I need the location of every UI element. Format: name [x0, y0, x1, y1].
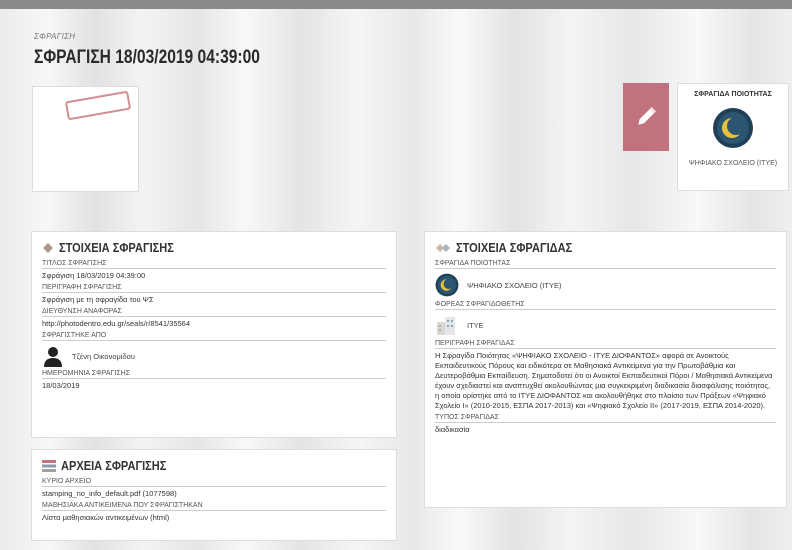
- title-value: Σφράγιση 18/03/2019 04:39:00: [42, 271, 146, 280]
- diamonds-icon: [436, 243, 450, 252]
- seal-details-panel: ΣΤΟΙΧΕΙΑ ΣΦΡΑΓΙΔΑΣ ΣΦΡΑΓΙΔΑ ΠΟΙΟΤΗΤΑΣ ΨΗ…: [424, 231, 787, 508]
- stamp-thumbnail[interactable]: [32, 86, 139, 192]
- issuer-name: ΙΤΥΕ: [467, 320, 484, 330]
- seal-type-value: διαδικασία: [435, 425, 470, 434]
- sealing-details-panel: ΣΤΟΙΧΕΙΑ ΣΦΡΑΓΙΣΗΣ ΤΙΤΛΟΣ ΣΦΡΑΓΙΣΗΣ Σφρά…: [31, 231, 397, 438]
- seal-logo-icon: [713, 108, 753, 148]
- seal-logo-small-icon: [435, 273, 459, 297]
- edit-button[interactable]: [623, 83, 669, 151]
- reference-label: ΔΙΕΥΘΥΝΣΗ ΑΝΑΦΟΡΑΣ: [42, 308, 386, 317]
- seal-card-heading: ΣΦΡΑΓΙΔΑ ΠΟΙΟΤΗΤΑΣ: [694, 91, 772, 98]
- seal-details-heading: ΣΤΟΙΧΕΙΑ ΣΦΡΑΓΙΔΑΣ: [456, 240, 573, 255]
- diamond-icon: [43, 242, 53, 253]
- date-label: ΗΜΕΡΟΜΗΝΙΑ ΣΦΡΑΓΙΣΗΣ: [42, 370, 386, 379]
- issuer-link[interactable]: ΙΤΥΕ: [435, 314, 776, 336]
- top-bar: [0, 0, 792, 9]
- sealed-objects-label: ΜΑΘΗΣΙΑΚΑ ΑΝΤΙΚΕΙΜΕΝΑ ΠΟΥ ΣΦΡΑΓΙΣΤΗΚΑΝ: [42, 502, 386, 511]
- seal-label: ΣΦΡΑΓΙΔΑ ΠΟΙΟΤΗΤΑΣ: [435, 260, 776, 269]
- sealing-details-header: ΣΤΟΙΧΕΙΑ ΣΦΡΑΓΙΣΗΣ: [42, 240, 386, 255]
- date-value: 18/03/2019: [42, 381, 80, 390]
- page-title: ΣΦΡΑΓΙΣΗ 18/03/2019 04:39:00: [34, 47, 260, 68]
- sealed-by-user[interactable]: Τζένη Οικονομίδου: [42, 345, 386, 367]
- seal-name: ΨΗΦΙΑΚΟ ΣΧΟΛΕΙΟ (ΙΤΥΕ): [467, 280, 562, 290]
- sealed-by-label: ΣΦΡΑΓΙΣΤΗΚΕ ΑΠΟ: [42, 332, 386, 341]
- seal-type-label: ΤΥΠΟΣ ΣΦΡΑΓΙΔΑΣ: [435, 414, 776, 423]
- seal-card[interactable]: ΣΦΡΑΓΙΔΑ ΠΟΙΟΤΗΤΑΣ ΨΗΦΙΑΚΟ ΣΧΟΛΕΙΟ (ΙΤΥΕ…: [677, 83, 789, 191]
- sealed-objects-link[interactable]: Λίστα μαθησιακών αντικειμένων (html): [42, 513, 386, 523]
- seal-description-label: ΠΕΡΙΓΡΑΦΗ ΣΦΡΑΓΙΔΑΣ: [435, 340, 776, 349]
- title-label: ΤΙΤΛΟΣ ΣΦΡΑΓΙΣΗΣ: [42, 260, 386, 269]
- seal-description-value: Η Σφραγίδα Ποιότητας «ΨΗΦΙΑΚΟ ΣΧΟΛΕΙΟ - …: [435, 351, 773, 410]
- sealing-files-header: ΑΡΧΕΙΑ ΣΦΡΑΓΙΣΗΣ: [42, 458, 386, 473]
- user-avatar-icon: [44, 347, 62, 367]
- main-file-link[interactable]: stamping_no_info_default.pdf (1077598): [42, 489, 386, 499]
- list-icon: [42, 459, 56, 472]
- sealed-by-name: Τζένη Οικονομίδου: [72, 351, 135, 361]
- description-label: ΠΕΡΙΓΡΑΦΗ ΣΦΡΑΓΙΣΗΣ: [42, 284, 386, 293]
- sealing-details-heading: ΣΤΟΙΧΕΙΑ ΣΦΡΑΓΙΣΗΣ: [59, 240, 174, 255]
- sealing-files-panel: ΑΡΧΕΙΑ ΣΦΡΑΓΙΣΗΣ ΚΥΡΙΟ ΑΡΧΕΙΟ stamping_n…: [31, 449, 397, 541]
- breadcrumb[interactable]: ΣΦΡΑΓΙΣΗ: [34, 32, 75, 41]
- issuer-logo-icon: [437, 317, 455, 335]
- seal-details-header: ΣΤΟΙΧΕΙΑ ΣΦΡΑΓΙΔΑΣ: [435, 240, 776, 255]
- description-value: Σφράγιση με τη σφραγίδα του ΨΣ: [42, 295, 154, 304]
- main-file-label: ΚΥΡΙΟ ΑΡΧΕΙΟ: [42, 478, 386, 487]
- seal-link[interactable]: ΨΗΦΙΑΚΟ ΣΧΟΛΕΙΟ (ΙΤΥΕ): [435, 273, 776, 297]
- stamp-image: [64, 90, 132, 121]
- sealing-files-heading: ΑΡΧΕΙΑ ΣΦΡΑΓΙΣΗΣ: [61, 458, 167, 473]
- seal-card-name: ΨΗΦΙΑΚΟ ΣΧΟΛΕΙΟ (ΙΤΥΕ): [688, 160, 778, 167]
- pencil-icon: [638, 107, 656, 125]
- issuer-label: ΦΟΡΕΑΣ ΣΦΡΑΓΙΔΟΘΕΤΗΣ: [435, 301, 776, 310]
- reference-link[interactable]: http://photodentro.edu.gr/seals/r/8541/3…: [42, 319, 386, 329]
